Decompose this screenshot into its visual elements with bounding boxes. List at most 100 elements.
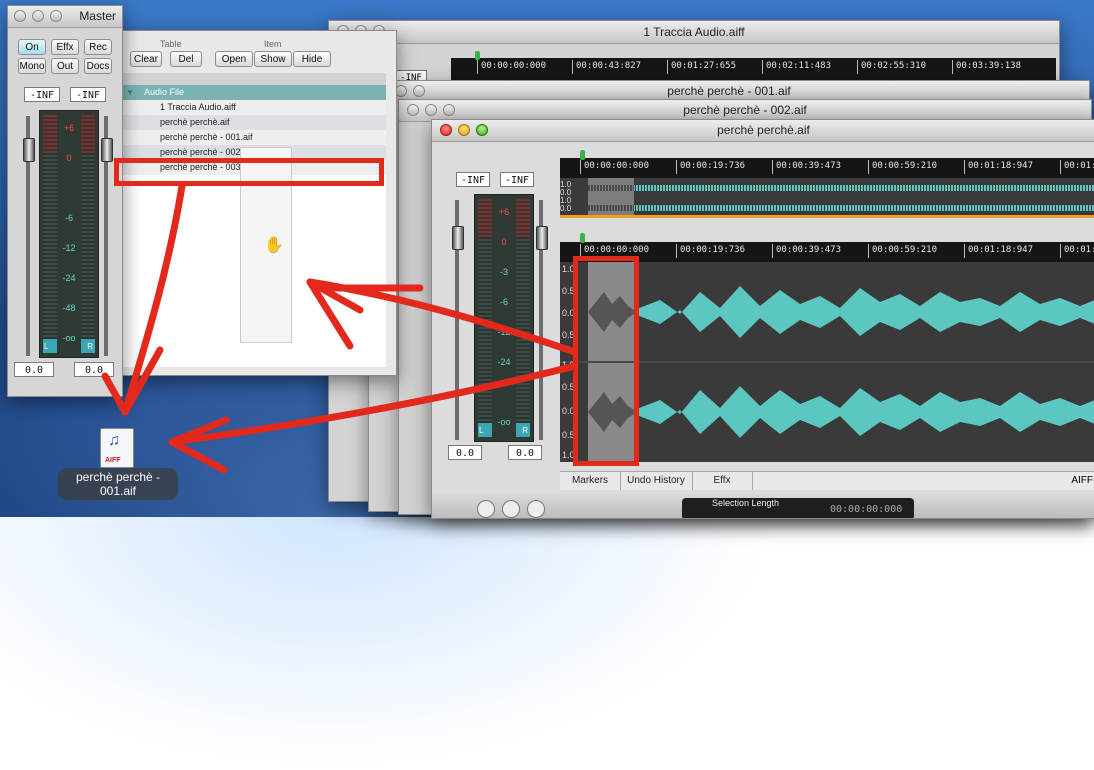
ruler-tick: 00:03:39:138 <box>952 60 1021 74</box>
level-right: 0.0 <box>74 362 114 377</box>
meter-scale-label: 0 <box>501 237 507 247</box>
tab-markers[interactable]: Markers <box>560 472 621 490</box>
time-ruler[interactable]: 00:00:00:000 00:00:43:827 00:01:27:655 0… <box>451 58 1056 80</box>
meter-scale-label: +6 <box>498 207 510 217</box>
ruler-tick: 00:00:39:473 <box>772 244 841 258</box>
selection-value: 00:00:00:000 <box>830 504 903 515</box>
meter-channel-left <box>478 199 492 437</box>
minimize-button[interactable] <box>458 124 470 136</box>
ruler-tick: 00:01: <box>1060 160 1094 174</box>
open-button[interactable]: Open <box>215 51 253 67</box>
list-column-header-bar <box>118 73 386 85</box>
ruler-tick: 00:02:55:310 <box>857 60 926 74</box>
window-controls <box>407 104 455 116</box>
fader-left[interactable] <box>452 226 464 250</box>
list-item-label: 1 Traccia Audio.aiff <box>160 102 236 112</box>
transport-button[interactable] <box>477 500 495 518</box>
toolbar-group-label-table: Table <box>160 39 182 49</box>
list-header-label: Audio File <box>144 87 185 97</box>
playhead-marker[interactable] <box>580 233 585 243</box>
out-button[interactable]: Out <box>51 58 79 74</box>
level-left: 0.0 <box>448 445 482 460</box>
hide-button[interactable]: Hide <box>293 51 331 67</box>
overview-wave-svg <box>560 178 1094 218</box>
file-list[interactable]: ▼ Audio File 1 Traccia Audio.aiff perchè… <box>118 85 386 367</box>
fader-right[interactable] <box>536 226 548 250</box>
title-bar[interactable]: perchè perchè.aif <box>432 120 1094 142</box>
fader-right[interactable] <box>101 138 113 162</box>
minimize-button[interactable] <box>32 10 44 22</box>
desktop-aiff-file[interactable]: ♫ AIFF <box>100 428 134 468</box>
ruler-tick: 00:00:19:736 <box>676 244 745 258</box>
main-wave-svg <box>560 262 1094 462</box>
window-controls <box>14 10 62 22</box>
master-window[interactable]: Master On Effx Rec Mono Out Docs -INF -I… <box>7 5 123 397</box>
main-waveform[interactable]: 1.0 0.5 0.0 0.5 1.0 0.5 0.0 0.5 1.0 <box>560 262 1094 462</box>
close-button[interactable] <box>14 10 26 22</box>
level-meter: +6 0 -6 -12 -24 -48 -oo L R <box>39 110 99 358</box>
meter-scale-label: -24 <box>62 273 76 283</box>
meter-scale-label: -48 <box>62 303 76 313</box>
title-bar[interactable]: 1 Traccia Audio.aiff <box>329 21 1059 44</box>
ruler-tick: 00:00:39:473 <box>772 160 841 174</box>
overview-ruler[interactable]: 00:00:00:000 00:00:19:736 00:00:39:473 0… <box>560 158 1094 178</box>
playhead-marker[interactable] <box>475 51 480 60</box>
playhead-marker[interactable] <box>580 150 585 160</box>
del-button[interactable]: Del <box>170 51 202 67</box>
zoom-button[interactable] <box>443 104 455 116</box>
mono-button[interactable]: Mono <box>18 58 46 74</box>
audio-window-front[interactable]: perchè perchè.aif -INF -INF +6 0 -3 -6 -… <box>431 119 1094 519</box>
docs-button[interactable]: Docs <box>84 58 112 74</box>
highlight-list-item <box>114 158 384 186</box>
clear-button[interactable]: Clear <box>130 51 162 67</box>
file-name-line: 001.aif <box>99 484 137 498</box>
meter-scale-label: -24 <box>497 357 511 367</box>
tab-effx[interactable]: Effx <box>692 472 753 490</box>
transport-button[interactable] <box>502 500 520 518</box>
channel-divider <box>560 361 1094 363</box>
waveform-channel-right <box>634 386 1094 438</box>
waveform-channel-left <box>634 286 1094 338</box>
tab-undo-history[interactable]: Undo History <box>620 472 693 490</box>
db-readout-left: -INF <box>456 172 490 187</box>
meter-scale-label: -12 <box>62 243 76 253</box>
list-item[interactable]: perchè perchè - 001.aif <box>118 130 386 145</box>
window-title: perchè perchè - 002.aif <box>683 103 807 117</box>
level-meter: +6 0 -3 -6 -12 -24 -oo L R <box>474 194 534 442</box>
channel-label-right: R <box>87 342 93 351</box>
overview-waveform[interactable]: 1.0 0.0 1.0 0.0 <box>560 178 1094 218</box>
list-item[interactable]: perchè perchè.aif <box>118 115 386 130</box>
meter-scale-label: -12 <box>497 327 511 337</box>
list-header[interactable]: ▼ Audio File <box>118 85 386 100</box>
overview-y-label: 0.0 <box>560 204 572 213</box>
meter-scale-label: -6 <box>499 297 508 307</box>
disclosure-triangle-icon[interactable]: ▼ <box>126 85 134 100</box>
title-bar[interactable]: Master <box>8 6 122 28</box>
list-item[interactable]: 1 Traccia Audio.aiff <box>118 100 386 115</box>
ruler-tick: 00:00:00:000 <box>477 60 546 74</box>
transport-button[interactable] <box>527 500 545 518</box>
zoom-button[interactable] <box>413 85 425 97</box>
audio-file-browser[interactable]: Table Item Clear Del Open Show Hide ▼ Au… <box>113 30 397 376</box>
effx-button[interactable]: Effx <box>51 39 79 55</box>
db-readout-right: -INF <box>70 87 106 102</box>
close-button[interactable] <box>440 124 452 136</box>
show-button[interactable]: Show <box>254 51 292 67</box>
editor-ruler[interactable]: 00:00:00:000 00:00:19:736 00:00:39:473 0… <box>560 242 1094 262</box>
toolbar-group-label-item: Item <box>264 39 282 49</box>
transport-bar: Selection Length 00:00:00:000 <box>432 494 1094 518</box>
window-title: 1 Traccia Audio.aiff <box>643 25 745 39</box>
channel-label-right: R <box>522 426 528 435</box>
zoom-button[interactable] <box>50 10 62 22</box>
desktop-file-name[interactable]: perchè perchè - 001.aif <box>58 468 178 500</box>
rec-button[interactable]: Rec <box>84 39 112 55</box>
minimize-button[interactable] <box>425 104 437 116</box>
on-button[interactable]: On <box>18 39 46 55</box>
ruler-tick: 00:01: <box>1060 244 1094 258</box>
zoom-button[interactable] <box>476 124 488 136</box>
level-left: 0.0 <box>14 362 54 377</box>
meter-channel-right <box>516 199 530 437</box>
close-button[interactable] <box>407 104 419 116</box>
window-title: Master <box>79 9 116 23</box>
fader-left[interactable] <box>23 138 35 162</box>
